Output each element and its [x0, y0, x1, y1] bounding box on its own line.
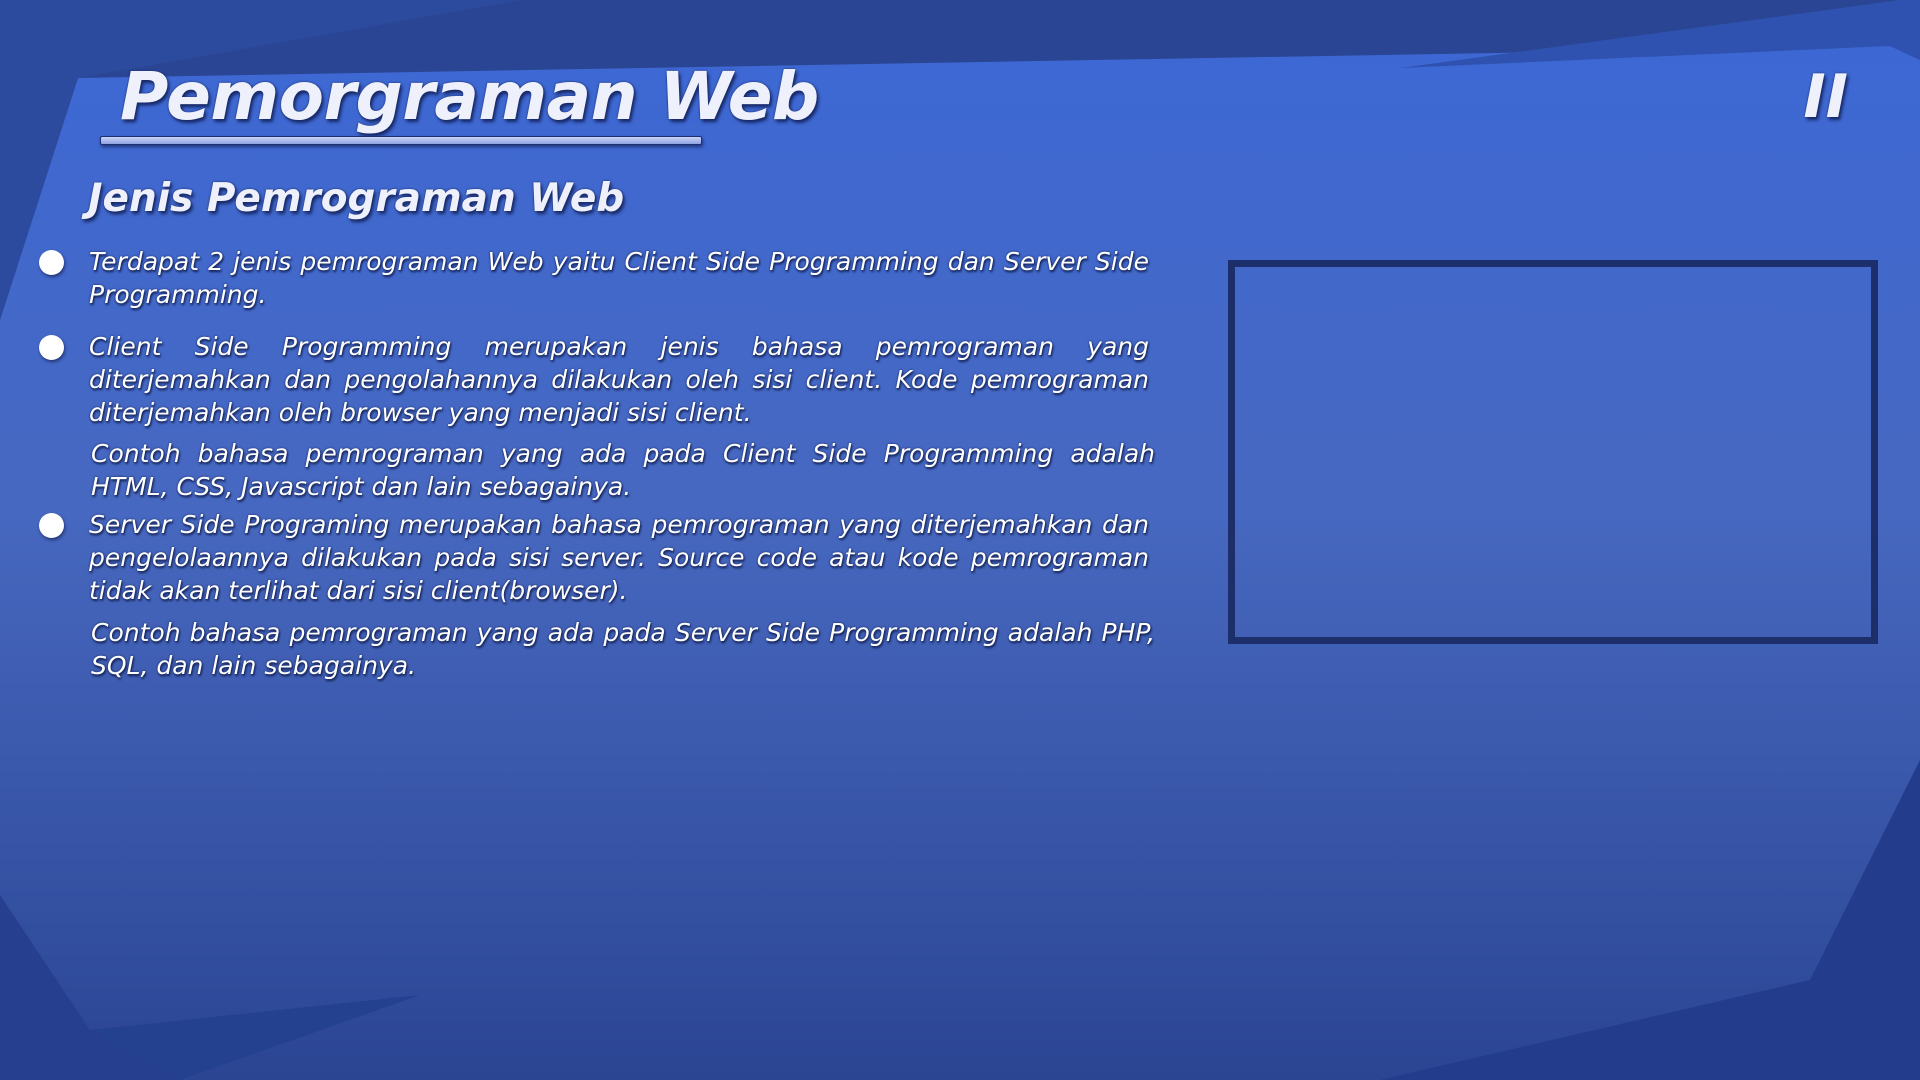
example-text: Contoh bahasa pemrograman yang ada pada …: [91, 618, 1155, 680]
bullet-marker: [39, 335, 64, 360]
example-text: Contoh bahasa pemrograman yang ada pada …: [91, 439, 1155, 501]
bullet-point-text: Terdapat 2 jenis pemrograman Web yaitu C…: [89, 247, 1149, 309]
bullet-marker: [39, 250, 64, 275]
image-placeholder-frame: [1228, 260, 1878, 644]
bullet-point-text: Server Side Programing merupakan bahasa …: [89, 510, 1149, 605]
bullet-point-text: Client Side Programming merupakan jenis …: [89, 332, 1149, 427]
bullet-marker: [39, 513, 64, 538]
